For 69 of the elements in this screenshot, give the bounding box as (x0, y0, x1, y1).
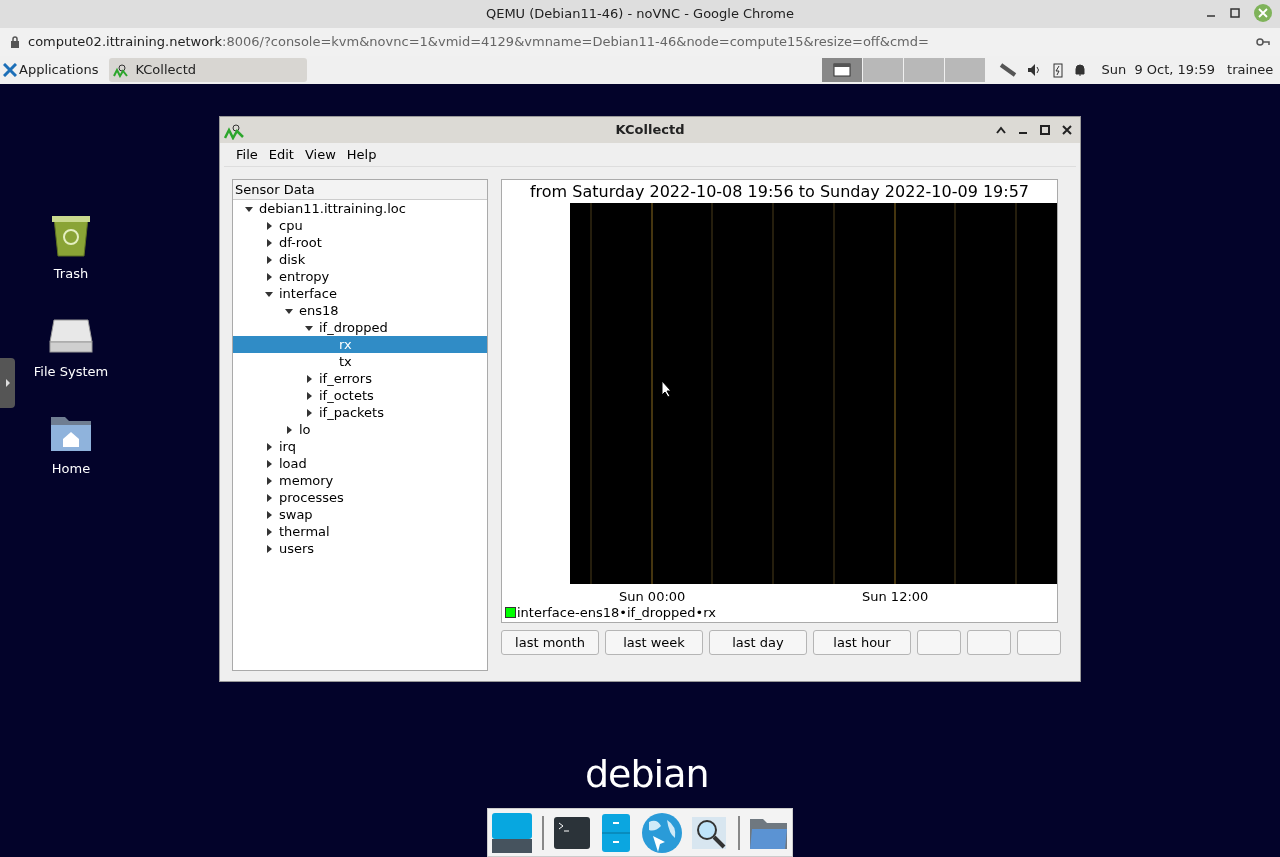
window-icon (833, 63, 852, 77)
lock-icon (10, 36, 20, 48)
tree-item[interactable]: lo (233, 421, 487, 438)
menu-item[interactable]: Help (342, 144, 381, 165)
tree-item[interactable]: if_packets (233, 404, 487, 421)
tree-item[interactable]: rx (233, 336, 487, 353)
tree-item[interactable]: disk (233, 251, 487, 268)
axis-label: Sun 00:00 (619, 588, 686, 606)
close-icon[interactable] (1062, 125, 1072, 135)
tree-item[interactable]: ens18 (233, 302, 487, 319)
caret-down-icon[interactable] (285, 306, 293, 315)
applications-menu[interactable]: Applications (0, 56, 102, 84)
address-bar[interactable]: compute02.ittraining.network:8006/?console=kvm&novnc=1&vmid=4129&vmname=Debian11-46&node=compute15&resize=off&cmd= (0, 28, 1280, 56)
tree-item[interactable]: entropy (233, 268, 487, 285)
tree-item[interactable]: interface (233, 285, 487, 302)
url-text: compute02.ittraining.network:8006/?console=kvm&novnc=1&vmid=4129&vmname=Debian11-46&node=compute15&resize=off&cmd= (28, 33, 930, 52)
tree-item[interactable]: thermal (233, 523, 487, 540)
menu-item[interactable]: View (300, 144, 340, 165)
desktop-icon-label[interactable]: Home (51, 459, 91, 479)
key-icon[interactable] (1256, 37, 1270, 47)
graph-title: from Saturday 2022-10-08 19:56 to Sunday 2022-10-09 19:57 (528, 181, 1031, 203)
tree-item[interactable]: swap (233, 506, 487, 523)
tree-item[interactable]: processes (233, 489, 487, 506)
tree-item[interactable]: users (233, 540, 487, 557)
desktop-icon-label[interactable]: Trash (53, 264, 89, 284)
maximize-icon[interactable] (1230, 8, 1240, 18)
tree-item[interactable]: tx (233, 353, 487, 370)
browser-title: QEMU (Debian11-46) - noVNC - Google Chrome (485, 5, 795, 24)
mouse-cursor-icon (661, 380, 673, 398)
tree-item[interactable]: debian11.ittraining.loc (233, 200, 487, 217)
desktop-icon-label[interactable]: File System (33, 361, 109, 381)
axis-label: Sun 12:00 (862, 588, 929, 606)
side-panel-handle[interactable] (0, 358, 15, 408)
caret-right-icon[interactable] (285, 425, 293, 434)
app-icon (113, 62, 130, 78)
caret-down-icon[interactable] (265, 289, 273, 298)
xfce-logo-icon (3, 63, 17, 77)
bell-icon[interactable] (1073, 63, 1088, 77)
clock[interactable]: Sun 9 Oct, 19:59 (1101, 60, 1216, 80)
tree-item[interactable]: df-root (233, 234, 487, 251)
menu-item[interactable]: File (232, 144, 262, 165)
workspace-active[interactable] (822, 58, 863, 82)
tree-item[interactable]: load (233, 455, 487, 472)
tree-item[interactable]: if_dropped (233, 319, 487, 336)
range-button[interactable]: last hour (813, 630, 911, 655)
taskbar-item[interactable]: KCollectd (109, 58, 308, 82)
shade-icon[interactable] (996, 126, 1006, 134)
battery-icon[interactable] (1053, 62, 1064, 78)
caret-right-icon (4, 379, 11, 387)
range-button[interactable]: last day (709, 630, 807, 655)
tree-item[interactable]: irq (233, 438, 487, 455)
legend-label: interface-ens18•if_dropped•rx (517, 603, 716, 622)
file-cabinet-icon[interactable] (599, 812, 632, 853)
desktop-icon[interactable] (491, 811, 533, 854)
tree-item[interactable]: memory (233, 472, 487, 489)
menu-item[interactable]: Edit (264, 144, 298, 165)
window-title: KCollectd (615, 121, 685, 140)
globe-icon[interactable] (640, 811, 683, 854)
debian-logo: debian (585, 751, 709, 798)
maximize-icon[interactable] (1040, 125, 1050, 135)
range-button[interactable]: last week (605, 630, 703, 655)
user-name[interactable]: trainee (1227, 60, 1274, 80)
caret-down-icon[interactable] (245, 204, 253, 213)
tree-item[interactable]: cpu (233, 217, 487, 234)
tree-header[interactable]: Sensor Data (233, 180, 487, 200)
range-button[interactable]: last month (501, 630, 599, 655)
tree-item[interactable]: if_octets (233, 387, 487, 404)
tree-item[interactable]: if_errors (233, 370, 487, 387)
caret-down-icon[interactable] (305, 323, 313, 332)
